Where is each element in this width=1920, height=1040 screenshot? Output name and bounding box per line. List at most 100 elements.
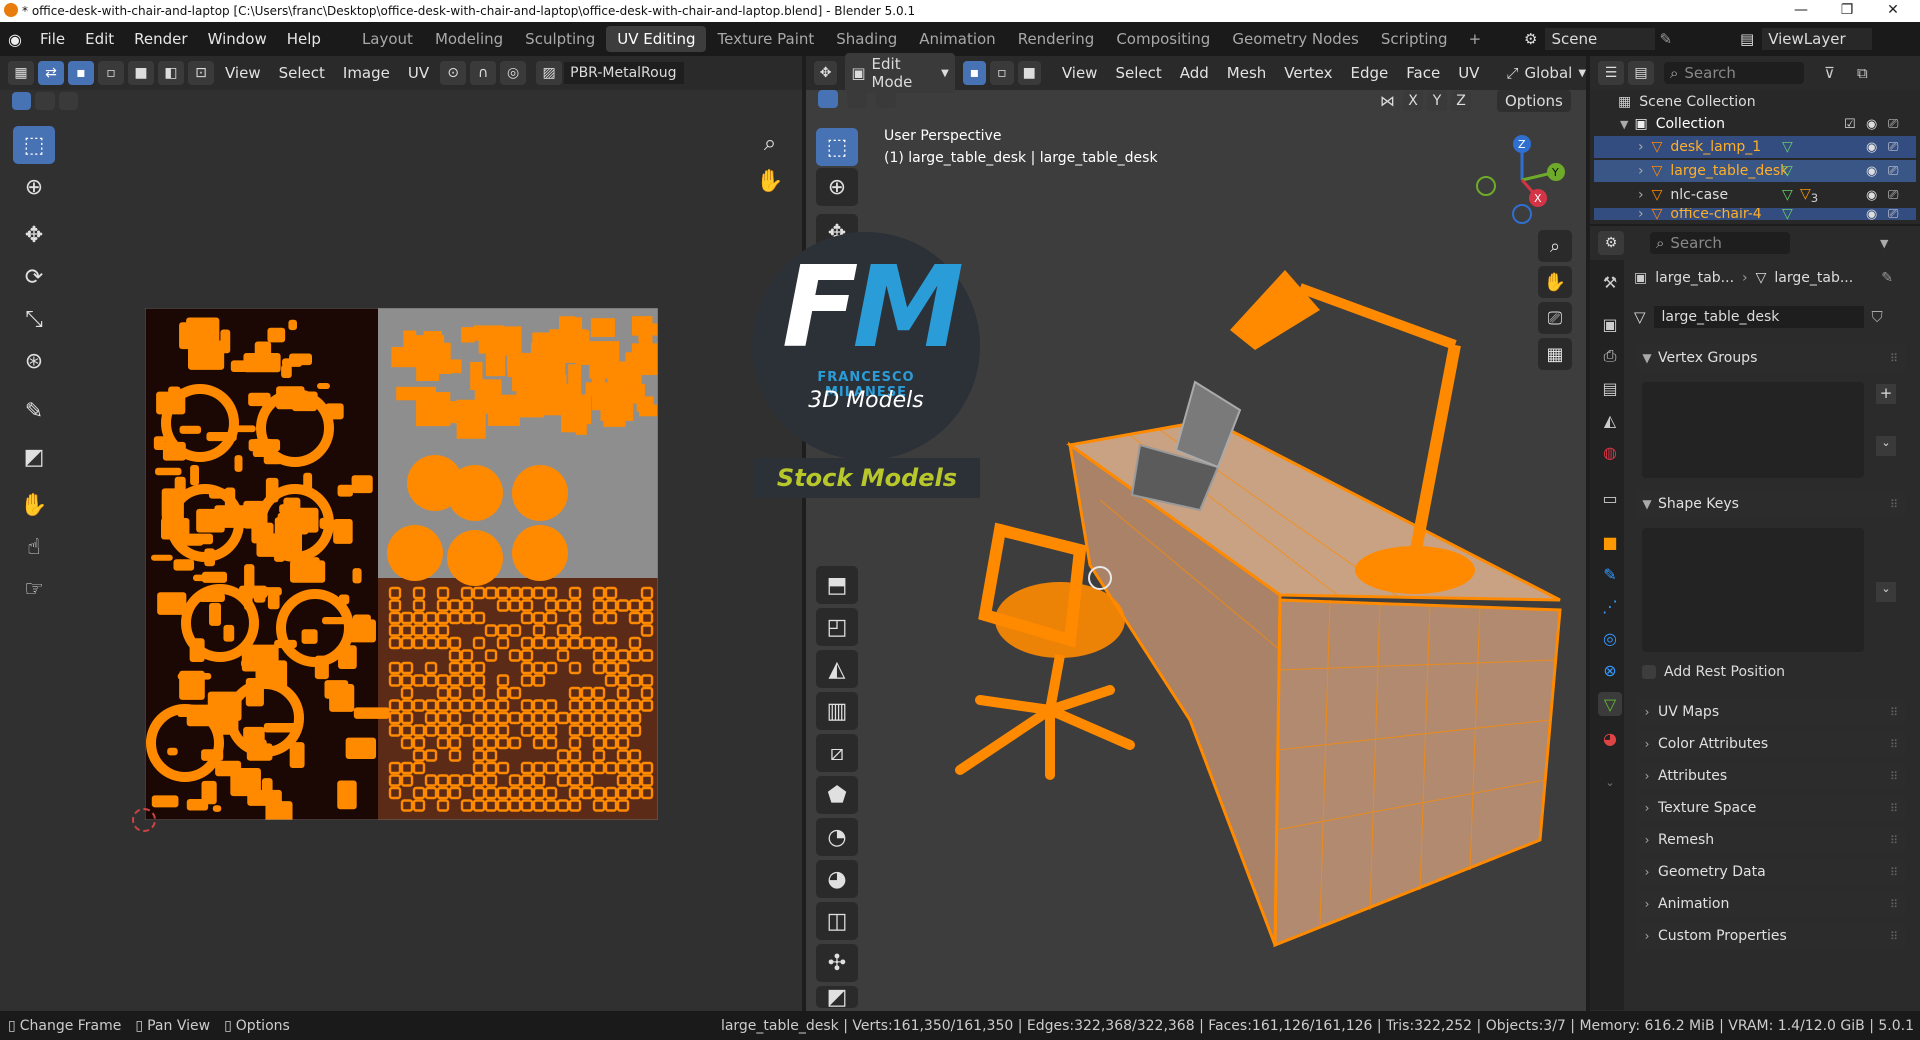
chevron-right-icon[interactable]: › bbox=[1638, 163, 1644, 179]
render-tab-icon[interactable]: ▣ bbox=[1598, 312, 1622, 336]
tab-layout[interactable]: Layout bbox=[351, 26, 424, 52]
maximize-button[interactable]: ❐ bbox=[1824, 0, 1870, 22]
blender-menu-icon[interactable]: ◉ bbox=[0, 30, 30, 49]
menu-render[interactable]: Render bbox=[124, 30, 197, 48]
chevron-right-icon[interactable]: › bbox=[1638, 208, 1644, 220]
panel-attributes[interactable]: › Attributes ⠿ bbox=[1636, 762, 1906, 790]
outliner-search-field[interactable]: ⌕ Search bbox=[1664, 62, 1804, 84]
visibility-eye-icon[interactable]: ◉ bbox=[1866, 164, 1877, 179]
vp-bevel-tool[interactable]: ◭ bbox=[816, 650, 858, 688]
editor-type-icon[interactable]: ▦ bbox=[8, 61, 34, 85]
panel-geometry-data[interactable]: › Geometry Data ⠿ bbox=[1636, 858, 1906, 886]
axis-y-toggle[interactable]: Y bbox=[1427, 91, 1447, 111]
shape-keys-panel[interactable]: ▼ Shape Keys ⠿ bbox=[1636, 490, 1906, 518]
uv-annotate-tool[interactable]: ✎ bbox=[13, 392, 55, 430]
uv-scale-tool[interactable]: ⤡ bbox=[13, 300, 55, 338]
render-camera-icon[interactable]: ⎚ bbox=[1888, 208, 1898, 220]
tab-scripting[interactable]: Scripting bbox=[1370, 26, 1459, 52]
uv-menu-view[interactable]: View bbox=[216, 64, 270, 82]
outliner-type-icon[interactable]: ☰ bbox=[1598, 61, 1624, 85]
uv-menu-uv[interactable]: UV bbox=[399, 64, 438, 82]
collection-row[interactable]: ▼ ▣ Collection ☑ ◉ ⎚ bbox=[1594, 112, 1916, 136]
outliner-item-desk_lamp_1[interactable]: › ▽ desk_lamp_1 ▽ ◉ ⎚ bbox=[1594, 136, 1916, 158]
vp-menu-uv[interactable]: UV bbox=[1449, 64, 1488, 82]
uv-pinch-tool[interactable]: ☞ bbox=[13, 570, 55, 608]
uv-relax-tool[interactable]: ☝ bbox=[13, 528, 55, 566]
world-tab-icon[interactable]: ◍ bbox=[1598, 440, 1622, 464]
island-select-icon[interactable]: ◧ bbox=[158, 61, 184, 85]
scene-tab-icon[interactable]: ◭ bbox=[1598, 408, 1622, 432]
chevron-down-icon[interactable]: ⌄ bbox=[1598, 770, 1622, 794]
collection-tab-icon[interactable]: ▭ bbox=[1598, 486, 1622, 510]
minimize-button[interactable]: — bbox=[1778, 0, 1824, 22]
tab-geometry-nodes[interactable]: Geometry Nodes bbox=[1221, 26, 1370, 52]
vp-select-box-tool[interactable]: ⬚ bbox=[816, 128, 858, 166]
constraints-tab-icon[interactable]: ⊗ bbox=[1598, 658, 1622, 682]
outliner-item-large_table_desk[interactable]: › ▽ large_table_desk ▽ ◉ ⎚ bbox=[1594, 160, 1916, 182]
render-camera-icon[interactable]: ⎚ bbox=[1888, 164, 1898, 179]
panel-uv-maps[interactable]: › UV Maps ⠿ bbox=[1636, 698, 1906, 726]
vp-spin-tool[interactable]: ◔ bbox=[816, 818, 858, 856]
sticky-select-icon[interactable]: ⊡ bbox=[188, 61, 214, 85]
display-mode-icon[interactable]: ▤ bbox=[1628, 61, 1654, 85]
tab-uv-editing[interactable]: UV Editing bbox=[606, 26, 707, 52]
axis-x-toggle[interactable]: X bbox=[1403, 91, 1423, 111]
sk-menu-button[interactable]: ⌄ bbox=[1876, 582, 1896, 602]
tab-rendering[interactable]: Rendering bbox=[1007, 26, 1106, 52]
visibility-eye-icon[interactable]: ◉ bbox=[1866, 188, 1877, 203]
pin-icon[interactable]: ✎ bbox=[1881, 270, 1893, 286]
uv-image-canvas[interactable] bbox=[145, 308, 658, 820]
uv-rotate-tool[interactable]: ⟳ bbox=[13, 258, 55, 296]
mesh-name-field[interactable]: large_table_desk bbox=[1653, 306, 1864, 328]
vp-menu-vertex[interactable]: Vertex bbox=[1275, 64, 1341, 82]
chevron-right-icon[interactable]: › bbox=[1638, 139, 1644, 155]
vg-menu-button[interactable]: ⌄ bbox=[1876, 436, 1896, 456]
proportional-icon[interactable]: ◎ bbox=[500, 61, 527, 85]
panel-texture-space[interactable]: › Texture Space ⠿ bbox=[1636, 794, 1906, 822]
viewlayer-selector[interactable]: ▤ ViewLayer bbox=[1740, 27, 1910, 51]
vp-polybuild-tool[interactable]: ⬟ bbox=[816, 776, 858, 814]
snap-icon[interactable]: ∩ bbox=[470, 61, 497, 85]
add-workspace-button[interactable]: + bbox=[1459, 30, 1492, 48]
sync-selection-icon[interactable]: ⇄ bbox=[38, 61, 64, 85]
uv-pan-icon[interactable]: ✋ bbox=[752, 164, 788, 198]
chevron-down-icon[interactable]: ▼ bbox=[1880, 237, 1888, 250]
panel-remesh[interactable]: › Remesh ⠿ bbox=[1636, 826, 1906, 854]
image-name-field[interactable]: PBR-MetalRoug bbox=[564, 62, 685, 84]
outliner-item-nlc-case[interactable]: › ▽ nlc-case ▽ ▽3 ◉ ⎚ bbox=[1594, 184, 1916, 206]
tab-animation[interactable]: Animation bbox=[908, 26, 1006, 52]
vp-menu-mesh[interactable]: Mesh bbox=[1218, 64, 1276, 82]
vp-knife-tool[interactable]: ⧄ bbox=[816, 734, 858, 772]
viewport-editor-type-icon[interactable]: ✥ bbox=[814, 61, 838, 85]
visibility-eye-icon[interactable]: ◉ bbox=[1866, 140, 1877, 155]
fake-user-icon[interactable]: ⛉ bbox=[1872, 308, 1883, 326]
vp-menu-select[interactable]: Select bbox=[1106, 64, 1170, 82]
tool-tab-icon[interactable]: ⚒ bbox=[1598, 270, 1622, 294]
vertex-select-icon[interactable]: ▪ bbox=[68, 61, 94, 85]
panel-color-attributes[interactable]: › Color Attributes ⠿ bbox=[1636, 730, 1906, 758]
properties-type-icon[interactable]: ⚙ bbox=[1598, 231, 1624, 255]
scene-collection-row[interactable]: ▦ Scene Collection bbox=[1594, 90, 1916, 114]
mode-extend-icon[interactable] bbox=[35, 92, 55, 110]
vp-mode-subtract-icon[interactable] bbox=[875, 90, 896, 108]
vp-edge-slide-tool[interactable]: ◫ bbox=[816, 902, 858, 940]
vp-mode-new-icon[interactable] bbox=[818, 90, 838, 108]
vertex-mode-icon[interactable]: ▪ bbox=[962, 61, 987, 85]
menu-edit[interactable]: Edit bbox=[75, 30, 124, 48]
vp-loopcut-tool[interactable]: ▥ bbox=[816, 692, 858, 730]
properties-search-field[interactable]: ⌕ Search bbox=[1650, 232, 1790, 254]
uv-menu-select[interactable]: Select bbox=[270, 64, 334, 82]
data-tab-icon[interactable]: ▽ bbox=[1598, 692, 1622, 716]
vertex-groups-panel[interactable]: ▼ Vertex Groups ⠿ bbox=[1636, 344, 1906, 372]
vp-cursor-tool[interactable]: ⊕ bbox=[816, 168, 858, 206]
collection-checkbox-icon[interactable]: ☑ bbox=[1844, 117, 1856, 132]
mode-new-icon[interactable] bbox=[12, 92, 32, 110]
mode-subtract-icon[interactable] bbox=[58, 92, 78, 110]
chevron-down-icon[interactable]: ▼ bbox=[1620, 118, 1628, 131]
tab-compositing[interactable]: Compositing bbox=[1105, 26, 1221, 52]
navigation-gizmo[interactable]: Z Y X bbox=[1466, 130, 1576, 230]
vp-mode-extend-icon[interactable] bbox=[846, 90, 867, 108]
scene-render[interactable] bbox=[900, 250, 1580, 950]
vp-smooth-tool[interactable]: ◕ bbox=[816, 860, 858, 898]
mode-selector[interactable]: ▣ Edit Mode ▼ bbox=[845, 53, 955, 93]
